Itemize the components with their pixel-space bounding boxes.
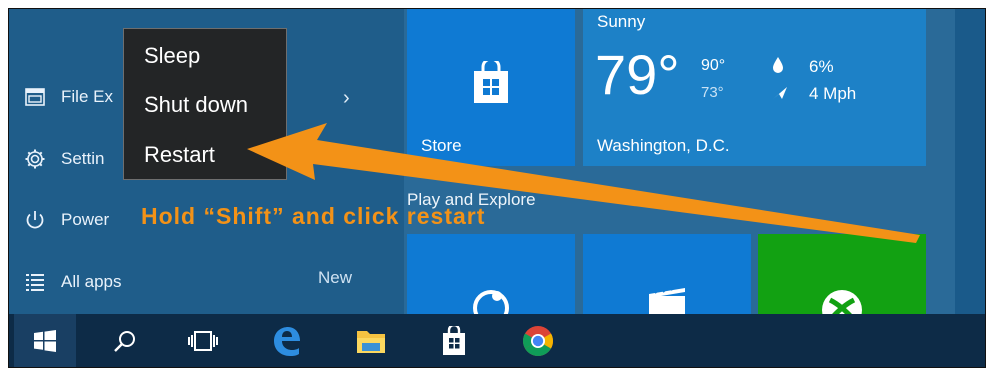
start-item-all-apps[interactable]: All apps [23,264,121,300]
chrome-button[interactable] [507,314,569,367]
search-button[interactable] [94,314,156,367]
power-icon [23,208,47,232]
store-taskbar-button[interactable] [423,314,485,367]
store-icon [474,61,508,103]
start-item-label: All apps [61,272,122,291]
start-item-settings[interactable]: Settin [23,141,104,177]
windows-start-icon [34,329,56,352]
chevron-right-icon[interactable]: › [343,87,350,110]
power-menu: Sleep Shut down Restart [123,28,287,180]
search-icon [114,330,135,352]
start-item-label: Settin [61,149,105,168]
task-view-button[interactable] [172,314,234,367]
store-icon [443,325,465,355]
weather-low: 73° [701,84,724,101]
right-edge-strip [955,9,985,314]
raindrop-icon [771,56,785,79]
start-item-power[interactable]: Power [23,202,109,238]
edge-icon [274,326,300,356]
start-item-file-explorer[interactable]: File Ex [23,79,113,115]
shut-down-menu-item[interactable]: Shut down [144,92,248,118]
chrome-icon [522,325,554,356]
start-button[interactable] [14,314,76,367]
weather-temperature: 79° [595,43,680,106]
new-badge: New [318,268,353,287]
task-view-icon [188,330,218,351]
weather-high: 90° [701,57,726,74]
store-tile-label: Store [421,136,462,155]
file-explorer-icon [23,85,47,109]
list-icon [23,270,47,294]
file-explorer-icon [357,330,385,353]
gear-icon [23,147,47,171]
start-item-label: File Ex [61,87,113,106]
weather-tile[interactable]: Sunny 79° 90° 73° 6% 4 Mph Washington, D… [583,9,926,166]
clapperboard-icon [649,286,685,314]
edge-button[interactable] [255,314,317,367]
sleep-menu-item[interactable]: Sleep [144,43,200,69]
annotation-text: Hold “Shift” and click restart [141,203,486,229]
restart-menu-item[interactable]: Restart [144,142,215,168]
wind-icon [771,85,789,105]
taskbar [9,314,985,367]
weather-precipitation: 6% [809,57,834,76]
xbox-tile[interactable] [758,234,926,330]
store-tile[interactable]: Store [407,9,575,166]
weather-condition: Sunny [597,12,646,31]
screenshot-frame: File Ex Settin Power All apps › New Stor… [8,8,986,368]
movies-tile[interactable] [583,234,751,314]
weather-wind: 4 Mph [809,84,857,103]
weather-location: Washington, D.C. [597,136,730,155]
start-item-label: Power [61,210,110,229]
groove-tile[interactable] [407,234,575,326]
file-explorer-taskbar-button[interactable] [340,314,402,367]
